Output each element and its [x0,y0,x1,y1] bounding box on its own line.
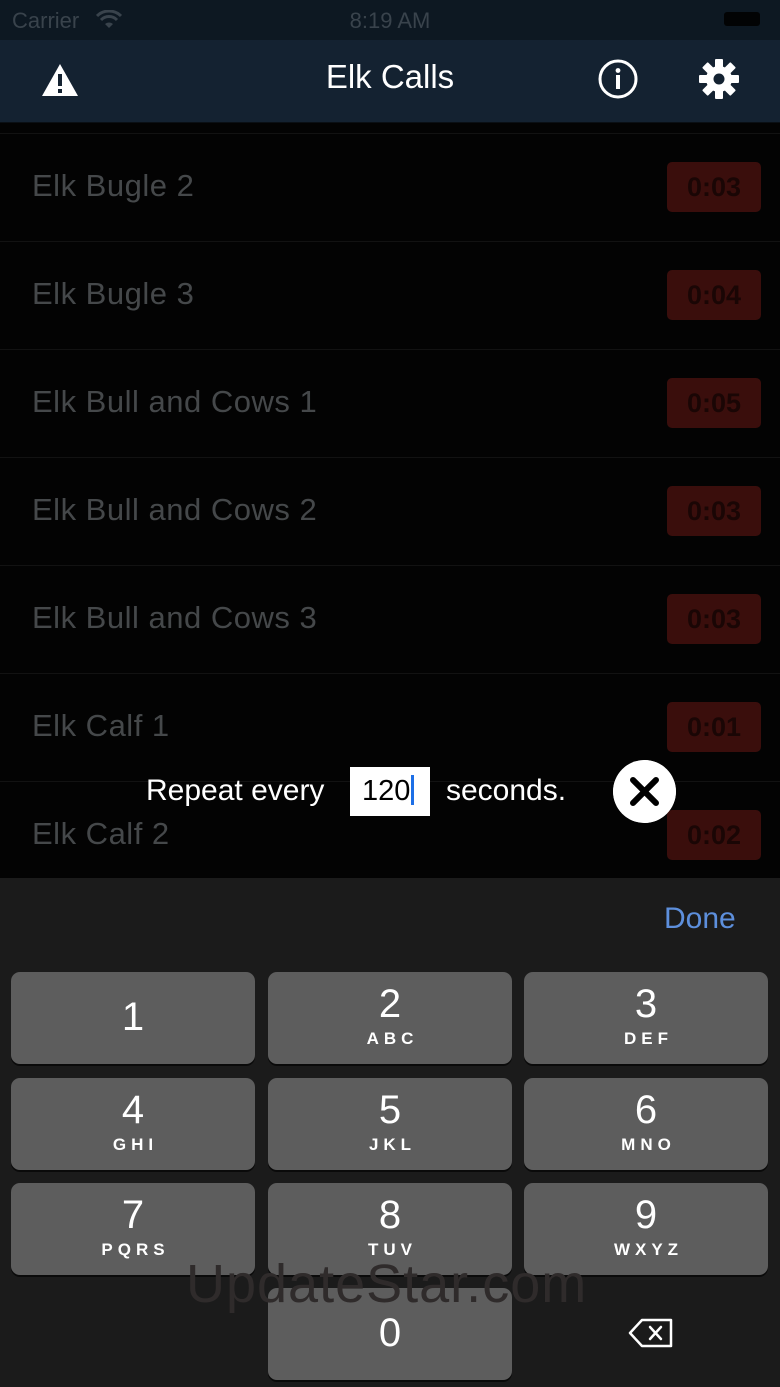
key-letters: WXYZ [613,1240,684,1259]
call-duration-badge[interactable]: 0:05 [667,378,761,428]
key-digit: 1 [121,995,145,1039]
key-letters: DEF [624,1029,673,1048]
repeat-prefix-label: Repeat every [146,774,325,807]
close-repeat-button[interactable] [613,760,676,823]
key-letters: ABC [366,1029,419,1048]
key-9[interactable]: 9 WXYZ [524,1183,768,1275]
call-name: Elk Bugle 3 [32,276,195,311]
call-duration-badge[interactable]: 0:04 [667,270,761,320]
key-digit: 2 [378,982,402,1026]
call-duration-badge[interactable]: 0:03 [667,594,761,644]
call-duration-badge[interactable]: 0:03 [667,162,761,212]
key-digit: 9 [634,1193,658,1237]
key-digit: 4 [121,1088,145,1132]
key-letters: JKL [368,1135,417,1154]
call-name: Elk Bull and Cows 1 [32,384,318,419]
numeric-keyboard: Done 1 2 ABC 3 DEF 4 GHI 5 JKL 6 MNO 7 P… [0,878,780,1387]
navigation-bar: Elk Calls [0,40,780,123]
key-digit: 8 [378,1193,402,1237]
call-row[interactable]: Elk Bull and Cows 3 0:03 [0,565,780,673]
battery-icon [724,12,760,26]
call-row[interactable]: Elk Bull and Cows 1 0:05 [0,349,780,457]
key-digit: 7 [121,1193,145,1237]
call-row[interactable]: Elk Bugle 2 0:03 [0,133,780,241]
call-duration-badge[interactable]: 0:02 [667,810,761,860]
done-button[interactable]: Done [664,902,736,936]
repeat-seconds-value: 120 [362,775,411,807]
call-duration-badge[interactable]: 0:03 [667,486,761,536]
repeat-suffix-label: seconds. [446,774,567,807]
call-row[interactable]: Elk Bugle 3 0:04 [0,241,780,349]
key-4[interactable]: 4 GHI [11,1078,255,1170]
call-name: Elk Bull and Cows 2 [32,492,318,527]
key-letters: GHI [112,1135,159,1154]
key-digit: 0 [378,1311,402,1355]
call-name: Elk Bull and Cows 3 [32,600,318,635]
backspace-icon[interactable] [628,1318,674,1348]
call-name: Elk Calf 1 [32,708,170,743]
call-duration-badge[interactable]: 0:01 [667,702,761,752]
key-5[interactable]: 5 JKL [268,1078,512,1170]
call-name: Elk Calf 2 [32,816,170,851]
page-title: Elk Calls [325,58,455,95]
key-digit: 5 [378,1088,402,1132]
key-3[interactable]: 3 DEF [524,972,768,1064]
key-2[interactable]: 2 ABC [268,972,512,1064]
repeat-seconds-input[interactable]: 120 [350,767,430,816]
call-row[interactable]: Elk Bull and Cows 2 0:03 [0,457,780,565]
key-letters: PQRS [101,1240,170,1259]
info-icon[interactable] [597,58,639,100]
text-caret [411,775,415,806]
key-8[interactable]: 8 TUV [268,1183,512,1275]
status-time: 8:19 AM [349,8,431,33]
key-7[interactable]: 7 PQRS [11,1183,255,1275]
key-digit: 6 [634,1088,658,1132]
key-letters: TUV [368,1240,417,1259]
key-letters: MNO [621,1135,676,1154]
call-row[interactable]: Elk Calf 1 0:01 [0,673,780,781]
status-bar: Carrier 8:19 AM [0,0,780,40]
key-0[interactable]: 0 [268,1288,512,1380]
gear-icon[interactable] [698,58,740,100]
key-1[interactable]: 1 [11,972,255,1064]
key-digit: 3 [634,982,658,1026]
key-6[interactable]: 6 MNO [524,1078,768,1170]
call-name: Elk Bugle 2 [32,168,195,203]
